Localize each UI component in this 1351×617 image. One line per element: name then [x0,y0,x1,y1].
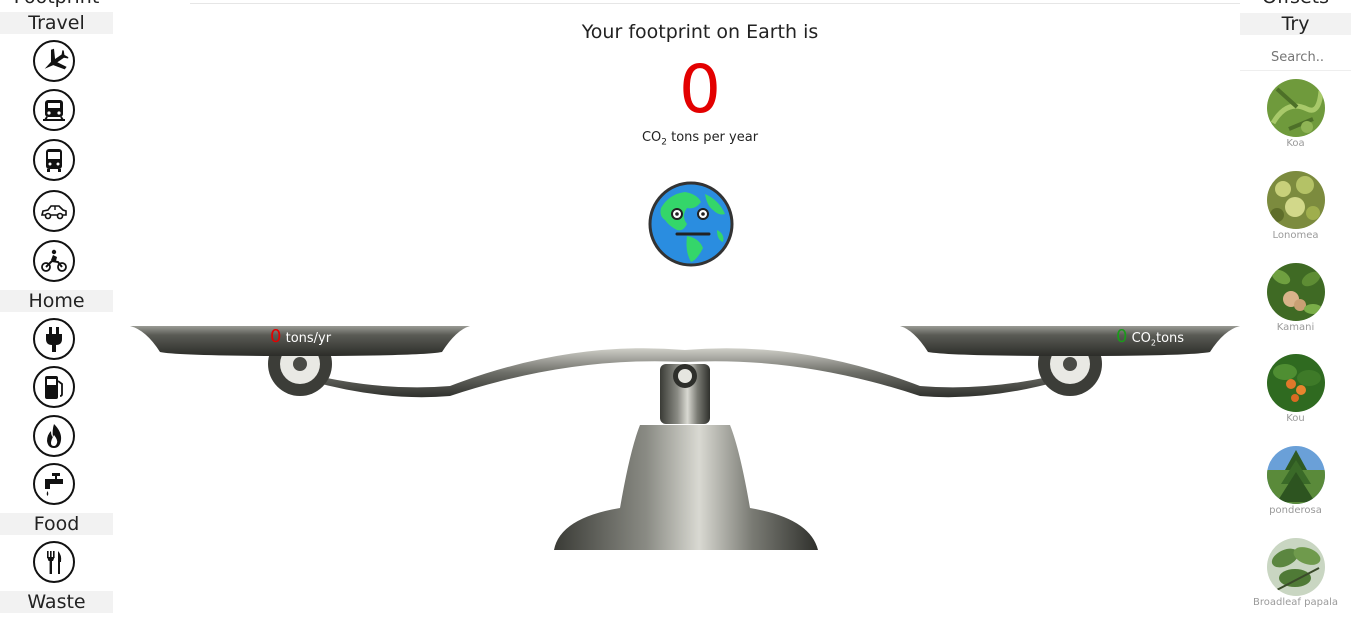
section-waste: Waste [0,591,113,613]
water-faucet-icon[interactable] [33,463,75,505]
earth-face-icon [647,180,735,268]
offset-name: Kou [1286,413,1305,424]
offsets-title: Offsets [1240,0,1351,8]
flame-icon[interactable] [33,415,75,457]
unit-prefix: CO [641,130,662,145]
footprint-unit: CO2 tons per year [560,130,840,148]
fuel-pump-icon[interactable] [33,366,75,408]
top-divider [190,3,1240,4]
train-icon[interactable] [33,89,75,131]
offset-search-input[interactable] [1240,44,1351,70]
offset-item-kou[interactable]: Kou [1240,354,1351,424]
lonomea-thumbnail [1266,171,1325,229]
left-pan-label: 0 tons/yr [270,326,331,347]
ponderosa-thumbnail [1266,446,1325,504]
car-icon[interactable] [33,190,75,232]
unit-suffix: tons per year [666,130,759,145]
koa-thumbnail [1266,79,1325,137]
footprint-sidebar: Footprint Travel Home Food Waste [0,0,113,617]
right-pan-unit-prefix: CO [1131,331,1151,346]
right-pan-value: 0 [1116,326,1128,347]
offset-item-kamani[interactable]: Kamani [1240,263,1351,333]
offset-item-lonomea[interactable]: Lonomea [1240,171,1351,241]
electric-plug-icon[interactable] [33,318,75,360]
fork-knife-icon[interactable] [33,541,75,583]
offset-item-broadleaf-papala[interactable]: Broadleaf papala [1240,538,1351,608]
motorcycle-icon[interactable] [33,240,75,282]
section-home: Home [0,290,113,312]
offset-item-koa[interactable]: Koa [1240,79,1351,149]
footprint-value: 0 [679,51,721,128]
offset-name: Broadleaf papala [1253,597,1338,608]
broadleaf-papala-thumbnail [1266,538,1325,596]
kou-thumbnail [1266,354,1325,412]
section-try: Try [1240,13,1351,35]
offset-name: Lonomea [1272,230,1319,241]
right-pan-label: 0 CO2tons [1116,326,1184,348]
sidebar-title: Footprint [0,0,113,8]
offsets-sidebar: Offsets Try Koa Lonomea Kamani Kou ponde… [1240,0,1351,617]
right-pan-unit-suffix: tons [1156,331,1185,346]
section-food: Food [0,513,113,535]
left-pan-unit: tons/yr [285,331,332,346]
bus-icon[interactable] [33,139,75,181]
offset-name: ponderosa [1269,505,1322,516]
kamani-thumbnail [1266,263,1325,321]
airplane-icon[interactable] [33,40,75,82]
footprint-heading: Your footprint on Earth is [581,21,819,43]
offset-name: Koa [1286,138,1305,149]
offset-name: Kamani [1276,322,1315,333]
section-travel: Travel [0,12,113,34]
left-pan-value: 0 [270,326,282,347]
offset-item-ponderosa[interactable]: ponderosa [1240,446,1351,516]
